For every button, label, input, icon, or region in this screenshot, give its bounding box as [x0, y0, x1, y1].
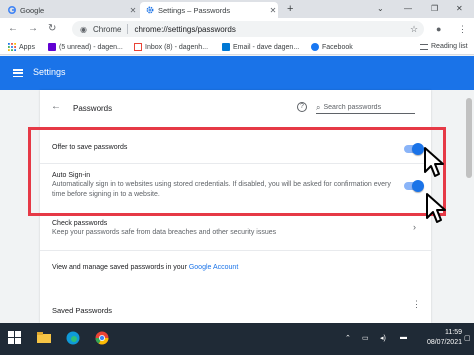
reading-list-button[interactable]: Reading list [420, 43, 468, 50]
url-text: chrome://settings/passwords [134, 24, 236, 34]
chrome-site-icon: ◉ [80, 24, 87, 34]
notifications-icon[interactable]: ▢ [464, 334, 471, 342]
bookmark-label: Facebook [322, 43, 353, 51]
close-window-icon[interactable]: ✕ [456, 2, 463, 16]
browser-window: Google ✕ Settings – Passwords ✕ + ⌄ — ❐ … [0, 0, 474, 355]
divider [40, 250, 431, 251]
volume-icon[interactable]: ◂) [380, 334, 386, 342]
search-input[interactable] [323, 104, 410, 111]
tab-label: Google [20, 5, 45, 15]
tab-label: Settings – Passwords [158, 5, 231, 15]
google-account-link[interactable]: Google Account [189, 264, 238, 271]
taskbar: ⌃ ▭ ◂) ▬ 11:59 08/07/2021 ▢ [0, 323, 474, 355]
edge-icon[interactable] [66, 331, 80, 345]
search-passwords[interactable]: ⌕ [316, 102, 415, 114]
bookmark-outlook[interactable]: Email - dave dagen... [222, 43, 299, 51]
bookmark-label: Inbox (8) - dagenh... [145, 43, 209, 51]
help-icon[interactable]: ? [297, 102, 307, 112]
manage-passwords-text: View and manage saved passwords in your [52, 264, 189, 271]
scrollbar[interactable] [464, 90, 474, 323]
reading-list-label: Reading list [431, 43, 468, 50]
back-icon[interactable]: ← [8, 22, 18, 36]
gmail-icon [134, 43, 142, 51]
minimize-icon[interactable]: — [404, 2, 412, 16]
bookmark-gmail[interactable]: Inbox (8) - dagenh... [134, 43, 208, 51]
reading-list-icon [420, 43, 428, 50]
clock-date: 08/07/2021 [426, 339, 462, 346]
file-explorer-icon[interactable] [37, 331, 51, 345]
page-title: Passwords [73, 104, 113, 113]
settings-title: Settings [33, 67, 66, 77]
menu-icon[interactable]: ⋮ [458, 21, 467, 37]
outlook-icon [222, 43, 230, 51]
clock-time: 11:59 [445, 329, 462, 336]
bookmark-label: (5 unread) - dagen... [59, 43, 123, 51]
highlight-box [28, 127, 446, 216]
google-icon [8, 6, 16, 14]
tab-search-icon[interactable]: ⌄ [377, 2, 384, 16]
bookmark-yahoo[interactable]: (5 unread) - dagen... [48, 43, 123, 51]
profile-icon[interactable]: ● [436, 21, 441, 37]
address-bar[interactable]: ◉ Chrome chrome://settings/passwords [72, 21, 424, 37]
new-tab-button[interactable]: + [287, 2, 293, 16]
chevron-up-icon[interactable]: ⌃ [345, 334, 351, 342]
settings-header: Settings [0, 56, 474, 90]
check-passwords-label: Check passwords [52, 220, 108, 227]
facebook-icon [311, 43, 319, 51]
system-clock[interactable]: 11:59 08/07/2021 [426, 328, 462, 348]
bookmarks-bar: Apps (5 unread) - dagen... Inbox (8) - d… [0, 40, 474, 55]
cursor-icon [424, 147, 444, 177]
chrome-icon[interactable] [95, 331, 109, 345]
manage-passwords-row: View and manage saved passwords in your … [52, 264, 238, 271]
forward-icon[interactable]: → [28, 22, 38, 36]
reload-icon[interactable]: ↻ [48, 22, 56, 36]
close-icon[interactable]: ✕ [268, 6, 278, 15]
chevron-right-icon[interactable]: › [413, 222, 416, 232]
saved-passwords-heading: Saved Passwords [52, 306, 113, 315]
divider [127, 24, 129, 34]
battery-icon[interactable]: ▬ [400, 334, 407, 341]
check-passwords-row[interactable]: Check passwords Keep your passwords safe… [52, 220, 276, 238]
search-icon: ⌕ [316, 102, 321, 112]
bookmark-facebook[interactable]: Facebook [311, 43, 353, 51]
bookmark-apps[interactable]: Apps [8, 43, 35, 51]
network-icon[interactable]: ▭ [362, 334, 369, 342]
check-passwords-description: Keep your passwords safe from data breac… [52, 229, 277, 236]
gear-icon [146, 6, 154, 14]
close-icon[interactable]: ✕ [128, 6, 138, 15]
toolbar: ← → ↻ ◉ Chrome chrome://settings/passwor… [0, 18, 474, 40]
back-arrow-icon[interactable]: ← [51, 101, 61, 112]
more-options-icon[interactable]: ⋮ [412, 300, 421, 309]
hamburger-menu-icon[interactable] [13, 69, 23, 78]
yahoo-icon [48, 43, 56, 51]
bookmark-star-icon[interactable]: ☆ [410, 21, 418, 37]
tab-google[interactable]: Google ✕ [2, 2, 138, 18]
tab-strip: Google ✕ Settings – Passwords ✕ + ⌄ — ❐ … [0, 0, 474, 18]
scrollbar-thumb[interactable] [466, 98, 472, 178]
site-chip: Chrome [92, 24, 122, 34]
apps-icon [8, 43, 16, 51]
windows-start-icon[interactable] [8, 331, 22, 345]
restore-icon[interactable]: ❐ [431, 2, 438, 16]
bookmark-label: Apps [19, 43, 35, 51]
cursor-icon [426, 193, 446, 223]
bookmark-label: Email - dave dagen... [233, 43, 300, 51]
tab-settings-passwords[interactable]: Settings – Passwords ✕ [140, 2, 278, 18]
